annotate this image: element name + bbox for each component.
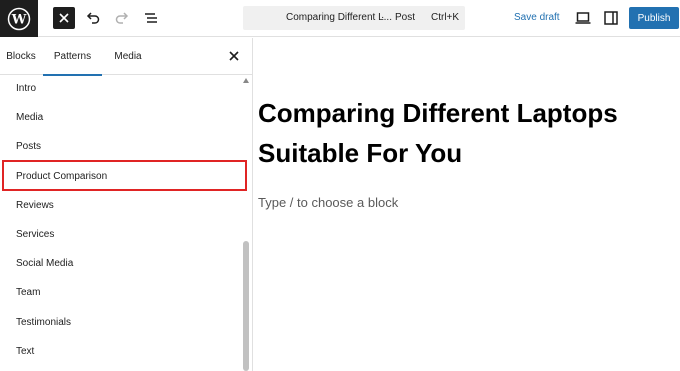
settings-sidebar-button[interactable] xyxy=(603,9,619,27)
redo-button[interactable] xyxy=(112,7,132,29)
tab-media[interactable]: Media xyxy=(103,38,153,75)
wordpress-logo-icon[interactable]: W xyxy=(0,0,38,37)
title-separator: · xyxy=(381,12,385,23)
pattern-category-media[interactable]: Media xyxy=(16,112,43,123)
scrollbar-thumb[interactable] xyxy=(243,241,249,371)
tab-blocks[interactable]: Blocks xyxy=(0,38,42,75)
pattern-category-list: Intro Media Posts Product Comparison Rev… xyxy=(0,76,242,371)
save-draft-button[interactable]: Save draft xyxy=(514,12,560,23)
settings-sidebar-icon xyxy=(604,11,618,25)
desktop-view-icon xyxy=(575,12,591,24)
highlight-annotation xyxy=(2,160,247,191)
scrollbar[interactable] xyxy=(243,76,250,371)
svg-text:W: W xyxy=(11,12,27,27)
close-panel-button[interactable] xyxy=(227,49,241,63)
pattern-category-posts[interactable]: Posts xyxy=(16,141,41,152)
post-title[interactable]: Comparing Different Laptops Suitable For… xyxy=(258,93,658,173)
command-palette-bar[interactable]: Comparing Different L... · Post Ctrl+K xyxy=(243,6,465,30)
block-inserter-panel: Blocks Patterns Media Intro Media Posts … xyxy=(0,38,253,371)
document-title: Comparing Different L... xyxy=(286,12,392,23)
post-type-label: Post xyxy=(395,12,416,23)
tab-patterns[interactable]: Patterns xyxy=(43,38,102,76)
publish-button[interactable]: Publish xyxy=(629,7,679,29)
pattern-category-social-media[interactable]: Social Media xyxy=(16,258,73,269)
keyboard-shortcut: Ctrl+K xyxy=(431,12,460,23)
document-overview-icon xyxy=(145,13,157,23)
pattern-category-services[interactable]: Services xyxy=(16,229,54,240)
pattern-category-team[interactable]: Team xyxy=(16,287,40,298)
close-inserter-button[interactable] xyxy=(53,7,75,29)
pattern-category-testimonials[interactable]: Testimonials xyxy=(16,317,71,328)
view-button[interactable] xyxy=(575,9,591,27)
editor-canvas[interactable]: Comparing Different Laptops Suitable For… xyxy=(253,38,680,371)
pattern-category-reviews[interactable]: Reviews xyxy=(16,200,54,211)
undo-button[interactable] xyxy=(83,7,103,29)
pattern-category-intro[interactable]: Intro xyxy=(16,83,36,94)
block-placeholder[interactable]: Type / to choose a block xyxy=(258,195,398,210)
editor-header: W Comparing Different L... · Post Ctrl+K… xyxy=(0,0,680,37)
document-overview-button[interactable] xyxy=(141,7,161,29)
undo-icon xyxy=(86,12,100,24)
close-icon xyxy=(229,51,239,61)
pattern-category-text[interactable]: Text xyxy=(16,346,34,357)
inserter-tabs: Blocks Patterns Media xyxy=(0,38,252,76)
redo-icon xyxy=(115,12,129,24)
scroll-up-arrow-icon[interactable] xyxy=(243,78,249,83)
close-icon xyxy=(59,13,69,23)
